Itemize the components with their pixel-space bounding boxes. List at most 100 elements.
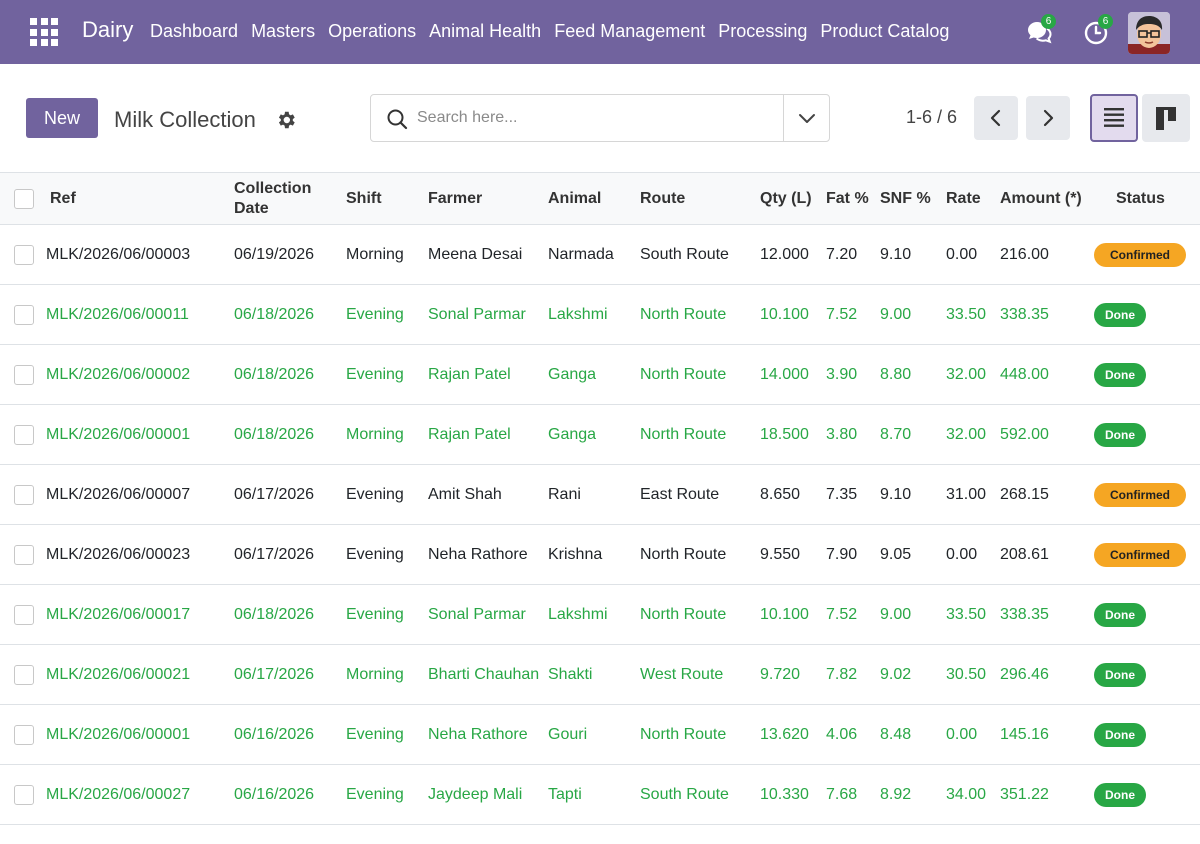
route-cell: North Route [640, 726, 727, 743]
activity-clock-icon[interactable]: 6 [1082, 14, 1113, 46]
snf-cell: 9.10 [880, 246, 912, 263]
column-route[interactable]: Route [640, 189, 685, 209]
animal-cell: Lakshmi [548, 606, 608, 623]
pager-value[interactable]: 1-6 / 6 [906, 107, 957, 128]
column-status[interactable]: Status [1116, 189, 1165, 209]
table-row[interactable]: MLK/2026/06/00011 06/18/2026 Evening Sonal … [0, 285, 1200, 345]
status-badge: Done [1094, 303, 1146, 327]
new-button[interactable]: New [26, 98, 98, 138]
collection-date-cell: 06/18/2026 [234, 606, 315, 623]
amount-cell: 145.16 [1000, 726, 1049, 743]
ref-cell: MLK/2026/06/00023 [46, 546, 191, 563]
table-row[interactable]: MLK/2026/06/00023 06/17/2026 Evening Neha R… [0, 525, 1200, 585]
row-checkbox[interactable] [14, 305, 34, 325]
column-rate[interactable]: Rate [946, 189, 981, 209]
snf-cell: 8.92 [880, 786, 912, 803]
rate-cell: 0.00 [946, 246, 978, 263]
select-all-checkbox[interactable] [14, 189, 34, 209]
collection-date-cell: 06/17/2026 [234, 666, 315, 683]
row-checkbox[interactable] [14, 725, 34, 745]
route-cell: East Route [640, 486, 720, 503]
snf-cell: 8.70 [880, 426, 912, 443]
rate-cell: 0.00 [946, 726, 978, 743]
column-ref[interactable]: Ref [50, 189, 76, 209]
activity-badge: 6 [1098, 14, 1113, 29]
table-row[interactable]: MLK/2026/06/00001 06/18/2026 Morning Rajan … [0, 405, 1200, 465]
pager-next-button[interactable] [1026, 96, 1070, 140]
menu-item-operations[interactable]: Operations [328, 21, 416, 42]
row-checkbox[interactable] [14, 665, 34, 685]
column-snf[interactable]: SNF % [880, 189, 931, 209]
column-fat[interactable]: Fat % [826, 189, 869, 209]
column-shift[interactable]: Shift [346, 189, 382, 209]
pager-previous-button[interactable] [974, 96, 1018, 140]
column-qty[interactable]: Qty (L) [760, 189, 812, 209]
animal-cell: Ganga [548, 366, 597, 383]
kanban-view-button[interactable] [1142, 94, 1190, 142]
shift-cell: Evening [346, 786, 404, 803]
apps-icon[interactable] [30, 18, 58, 46]
shift-cell: Morning [346, 426, 404, 443]
rate-cell: 32.00 [946, 366, 987, 383]
menu-item-feed-management[interactable]: Feed Management [554, 21, 705, 42]
ref-cell: MLK/2026/06/00001 [46, 726, 191, 743]
amount-cell: 351.22 [1000, 786, 1049, 803]
table-row[interactable]: MLK/2026/06/00001 06/16/2026 Evening Neha R… [0, 705, 1200, 765]
shift-cell: Evening [346, 366, 404, 383]
row-checkbox[interactable] [14, 545, 34, 565]
app-brand[interactable]: Dairy [82, 17, 133, 43]
search-options-toggle[interactable] [783, 95, 829, 141]
row-checkbox[interactable] [14, 605, 34, 625]
qty-cell: 18.500 [760, 426, 809, 443]
row-checkbox[interactable] [14, 245, 34, 265]
qty-cell: 13.620 [760, 726, 809, 743]
shift-cell: Evening [346, 606, 404, 623]
amount-cell: 296.46 [1000, 666, 1049, 683]
rate-cell: 33.50 [946, 606, 987, 623]
column-farmer[interactable]: Farmer [428, 189, 482, 209]
row-checkbox[interactable] [14, 785, 34, 805]
animal-cell: Shakti [548, 666, 593, 683]
menu-item-product-catalog[interactable]: Product Catalog [820, 21, 949, 42]
collection-date-cell: 06/18/2026 [234, 426, 315, 443]
row-checkbox[interactable] [14, 425, 34, 445]
table-row[interactable]: MLK/2026/06/00027 06/16/2026 Evening Jaydee… [0, 765, 1200, 825]
table-row[interactable]: MLK/2026/06/00021 06/17/2026 Morning Bharti… [0, 645, 1200, 705]
column-amount[interactable]: Amount (*) [1000, 189, 1082, 209]
snf-cell: 8.48 [880, 726, 912, 743]
ref-cell: MLK/2026/06/00002 [46, 366, 191, 383]
menu-item-masters[interactable]: Masters [251, 21, 315, 42]
animal-cell: Krishna [548, 546, 603, 563]
chat-icon[interactable]: 6 [1025, 14, 1056, 46]
route-cell: South Route [640, 786, 729, 803]
menu-item-processing[interactable]: Processing [718, 21, 807, 42]
animal-cell: Rani [548, 486, 581, 503]
table-row[interactable]: MLK/2026/06/00003 06/19/2026 Morning Meena … [0, 225, 1200, 285]
status-badge: Done [1094, 423, 1146, 447]
menu-item-animal-health[interactable]: Animal Health [429, 21, 541, 42]
table-header: Ref Collection Date Shift Farmer Animal … [0, 172, 1200, 225]
row-checkbox[interactable] [14, 365, 34, 385]
status-badge: Confirmed [1094, 483, 1186, 507]
list-view-button[interactable] [1090, 94, 1138, 142]
menu-item-dashboard[interactable]: Dashboard [150, 21, 238, 42]
collection-date-cell: 06/18/2026 [234, 366, 315, 383]
route-cell: North Route [640, 366, 727, 383]
qty-cell: 14.000 [760, 366, 809, 383]
column-animal[interactable]: Animal [548, 189, 601, 209]
qty-cell: 10.100 [760, 306, 809, 323]
table-row[interactable]: MLK/2026/06/00002 06/18/2026 Evening Rajan … [0, 345, 1200, 405]
qty-cell: 9.550 [760, 546, 801, 563]
status-badge: Done [1094, 363, 1146, 387]
snf-cell: 9.02 [880, 666, 912, 683]
avatar[interactable] [1128, 12, 1170, 54]
row-checkbox[interactable] [14, 485, 34, 505]
table-row[interactable]: MLK/2026/06/00017 06/18/2026 Evening Sonal … [0, 585, 1200, 645]
search-input[interactable] [417, 105, 777, 131]
column-collection-date[interactable]: Collection Date [234, 179, 324, 219]
table-row[interactable]: MLK/2026/06/00007 06/17/2026 Evening Amit S… [0, 465, 1200, 525]
fat-cell: 7.68 [826, 786, 858, 803]
animal-cell: Ganga [548, 426, 597, 443]
gear-icon[interactable] [275, 109, 297, 131]
status-badge: Done [1094, 603, 1146, 627]
